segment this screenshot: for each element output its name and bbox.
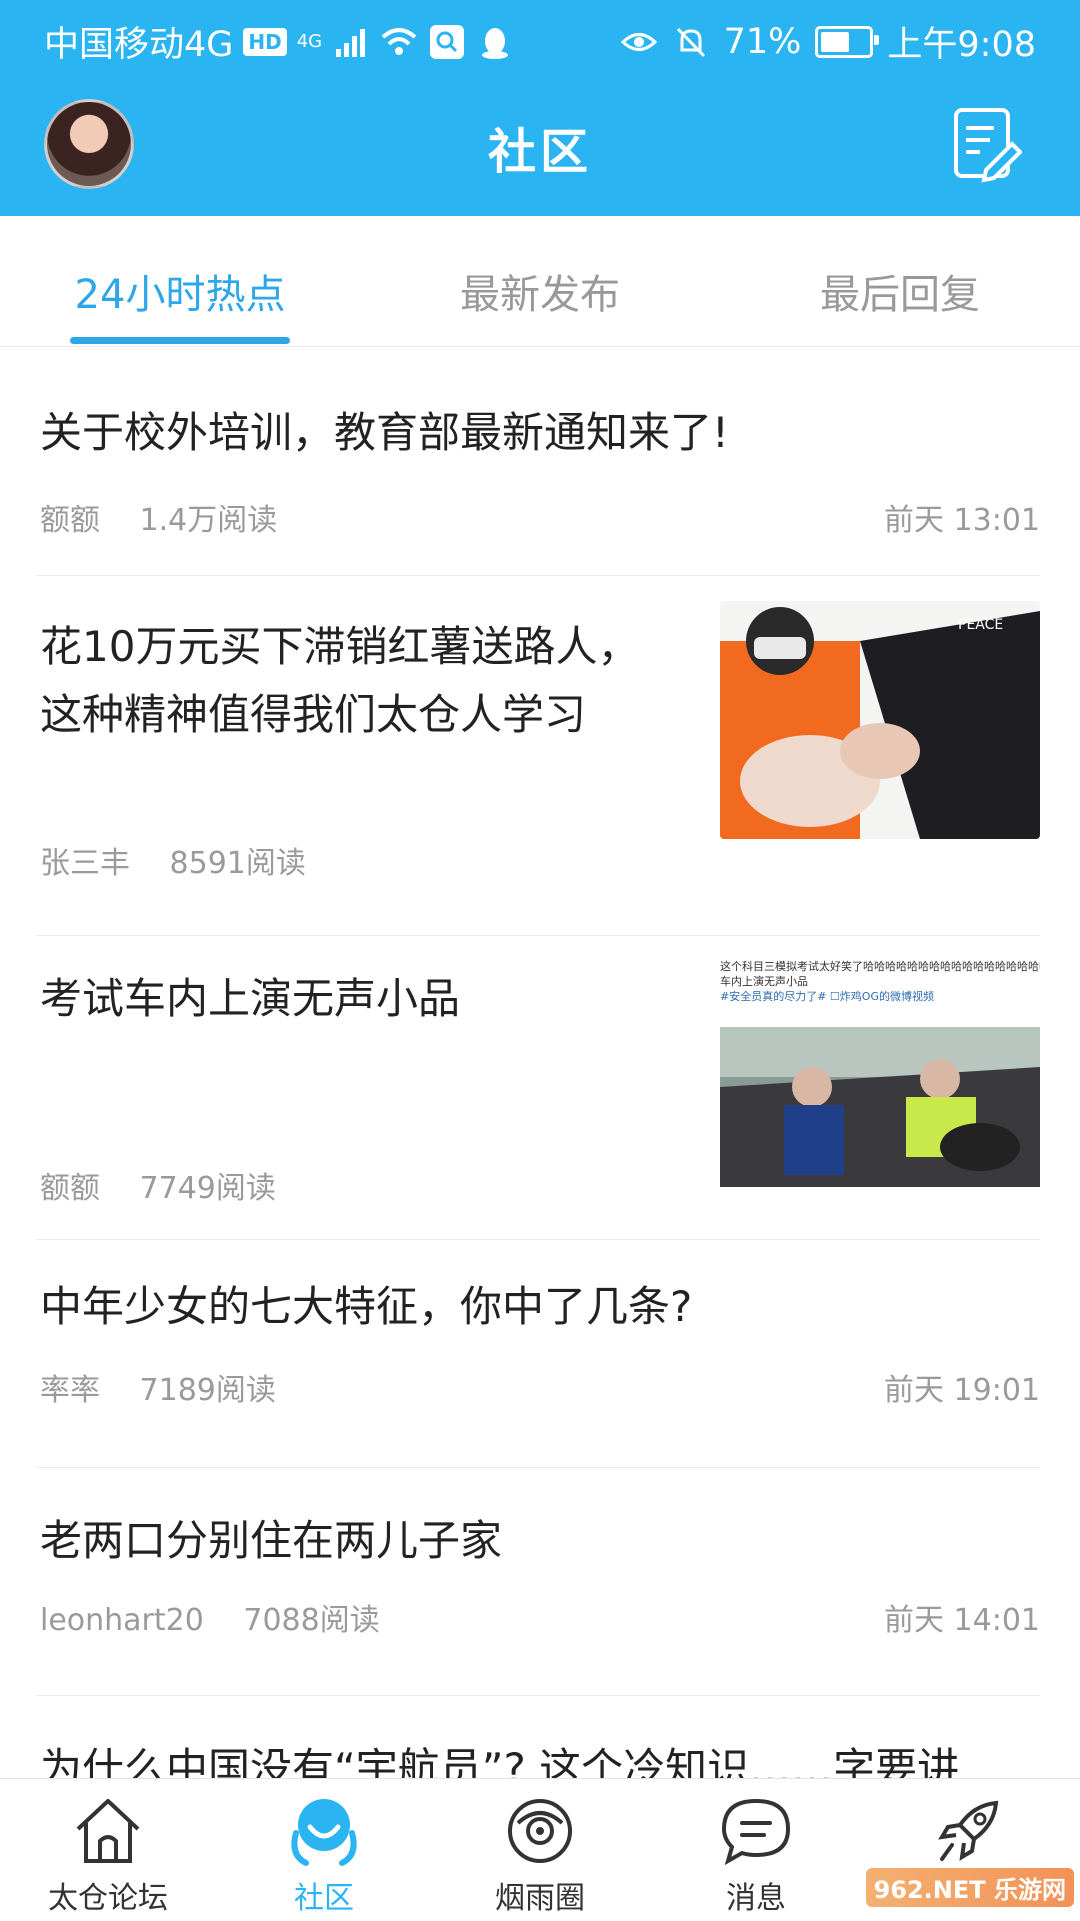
post-title: 考试车内上演无声小品 bbox=[40, 974, 461, 1023]
page-title: 社区 bbox=[487, 124, 592, 180]
post-author: 额额 bbox=[40, 503, 100, 538]
message-icon bbox=[721, 1798, 791, 1866]
post-title: 中年少女的七大特征，你中了几条? bbox=[40, 1282, 693, 1331]
network-type: 4G bbox=[296, 31, 323, 52]
clock: 上午9:08 bbox=[887, 25, 1036, 65]
battery-percent: 71% bbox=[723, 21, 802, 62]
post-meta: 张三丰 8591阅读 bbox=[40, 838, 336, 882]
post-reads: 7088阅读 bbox=[243, 1603, 380, 1638]
post-item[interactable]: 为什么中国没有“宇航员”? 这个冷知识……字要讲 bbox=[40, 1695, 1040, 1779]
post-title: 花10万元买下滞销红薯送路人，这种精神值得我们太仓人学习 bbox=[40, 622, 640, 739]
post-item[interactable]: 中年少女的七大特征，你中了几条? 率率 7189阅读 前天 19:01 bbox=[40, 1239, 1040, 1467]
battery-icon bbox=[815, 25, 880, 58]
rocket-icon bbox=[938, 1800, 999, 1861]
post-time: 前天 19:01 bbox=[884, 1373, 1040, 1408]
thumb-caption-line: 车内上演无声小品 bbox=[720, 975, 808, 988]
hd-badge: HD bbox=[243, 27, 287, 56]
post-thumbnail[interactable]: 这个科目三模拟考试太好笑了哈哈哈哈哈哈哈哈哈哈哈哈哈哈哈哈哈哈哈哈哈哈哈哈!!(… bbox=[720, 959, 1040, 1197]
post-meta: 额额 1.4万阅读 bbox=[40, 495, 307, 539]
tab-latest[interactable]: 最新发布 bbox=[390, 262, 690, 320]
nav-community[interactable]: 社区 bbox=[216, 1779, 432, 1921]
post-item[interactable]: 老两口分别住在两儿子家 leonhart20 7088阅读 前天 14:01 bbox=[40, 1467, 1040, 1695]
tab-last-reply[interactable]: 最后回复 bbox=[750, 262, 1050, 320]
post-time: 前天 13:01 bbox=[884, 503, 1040, 538]
post-thumbnail[interactable]: PEACE bbox=[720, 601, 1040, 839]
post-author: 张三丰 bbox=[40, 846, 130, 881]
thumb-caption-line: #安全员真的尽力了# ☐炸鸡OG的微博视频 bbox=[720, 990, 934, 1003]
search-icon bbox=[430, 24, 465, 59]
post-time: 前天 14:01 bbox=[884, 1603, 1040, 1638]
planet-icon bbox=[508, 1799, 572, 1863]
thumb-caption-line: 这个科目三模拟考试太好笑了哈哈哈哈哈哈哈哈哈哈哈哈哈哈哈哈哈哈哈哈哈哈哈哈!!(… bbox=[720, 960, 1040, 973]
nav-label: 社区 bbox=[294, 1881, 354, 1916]
status-right: 71% 上午9:08 bbox=[620, 16, 1036, 67]
eye-icon bbox=[620, 32, 657, 51]
app-header: 中国移动4G HD 4G 71% 上午9:08 社区 bbox=[0, 0, 1080, 216]
nav-label: 消息 bbox=[726, 1881, 786, 1916]
wifi-icon bbox=[381, 27, 417, 55]
nav-messages[interactable]: 消息 bbox=[648, 1779, 864, 1921]
post-reads: 1.4万阅读 bbox=[139, 503, 278, 538]
post-author: leonhart20 bbox=[40, 1603, 204, 1638]
post-item[interactable]: 花10万元买下滞销红薯送路人，这种精神值得我们太仓人学习 张三丰 8591阅读 … bbox=[40, 575, 1040, 935]
post-item[interactable]: 关于校外培训，教育部最新通知来了! 额额 1.4万阅读 前天 13:01 bbox=[40, 347, 1040, 575]
post-author: 额额 bbox=[40, 1171, 100, 1206]
post-item[interactable]: 考试车内上演无声小品 额额 7749阅读 这个科目三模拟考试太好笑了哈哈哈哈哈哈… bbox=[40, 935, 1040, 1239]
bell-muted-icon bbox=[676, 27, 705, 57]
post-title: 老两口分别住在两儿子家 bbox=[40, 1516, 503, 1565]
post-reads: 7749阅读 bbox=[139, 1171, 276, 1206]
tab-indicator bbox=[70, 337, 290, 344]
post-reads: 8591阅读 bbox=[169, 846, 306, 881]
tab-bar: 24小时热点 最新发布 最后回复 bbox=[0, 216, 1080, 347]
watermark-logo: 962.NET 乐游网 bbox=[865, 1868, 1074, 1907]
tab-24h-hot[interactable]: 24小时热点 bbox=[30, 262, 330, 320]
signal-icon bbox=[336, 28, 366, 57]
nav-label: 太仓论坛 bbox=[48, 1881, 168, 1916]
qq-penguin-icon bbox=[482, 27, 509, 59]
car-exam-photo bbox=[720, 1027, 1040, 1187]
post-title: 为什么中国没有“宇航员”? 这个冷知识……字要讲 bbox=[40, 1744, 960, 1779]
post-meta: 额额 7749阅读 bbox=[40, 1163, 306, 1207]
post-reads: 7189阅读 bbox=[139, 1373, 276, 1408]
nav-label: 烟雨圈 bbox=[495, 1881, 585, 1916]
post-title: 关于校外培训，教育部最新通知来了! bbox=[40, 408, 729, 457]
post-meta: 率率 7189阅读 bbox=[40, 1365, 306, 1409]
thumb-caption: 这个科目三模拟考试太好笑了哈哈哈哈哈哈哈哈哈哈哈哈哈哈哈哈哈哈哈哈哈哈哈哈!!(… bbox=[720, 959, 1040, 1007]
status-left: 中国移动4G HD 4G bbox=[44, 16, 514, 67]
home-icon bbox=[76, 1799, 140, 1863]
post-meta: leonhart20 7088阅读 bbox=[40, 1595, 410, 1639]
compose-icon[interactable] bbox=[950, 104, 1022, 184]
carrier-label: 中国移动4G bbox=[44, 25, 234, 65]
post-author: 率率 bbox=[40, 1373, 100, 1408]
nav-forum[interactable]: 太仓论坛 bbox=[0, 1779, 216, 1921]
svg-text:PEACE: PEACE bbox=[958, 617, 1003, 633]
community-icon bbox=[291, 1799, 357, 1866]
nav-circle[interactable]: 烟雨圈 bbox=[432, 1779, 648, 1921]
sweet-potato-photo: PEACE bbox=[720, 601, 1040, 839]
status-bar: 中国移动4G HD 4G 71% 上午9:08 bbox=[0, 0, 1080, 76]
